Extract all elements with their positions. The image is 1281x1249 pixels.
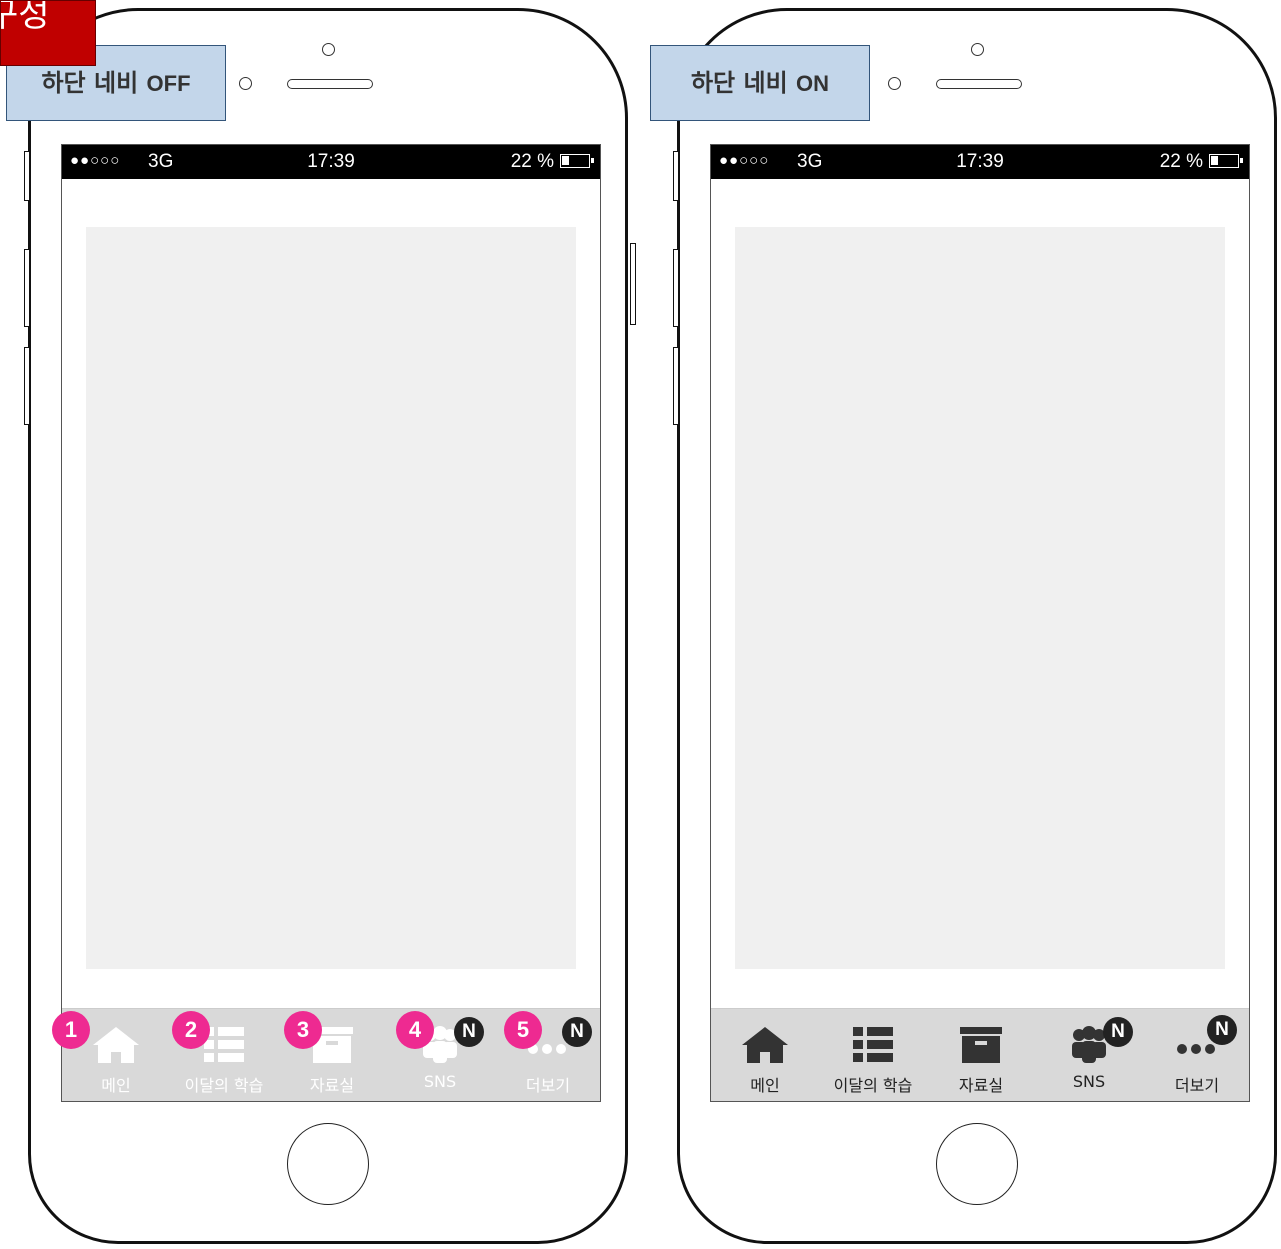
tab-archive[interactable]: 자료실 [927, 1009, 1035, 1101]
marker-3: 3 [284, 1011, 322, 1049]
silent-switch [24, 151, 30, 201]
volume-down-button [673, 347, 679, 425]
marker-5: 5 [504, 1011, 542, 1049]
home-button[interactable] [287, 1123, 369, 1205]
phone-frame-off: ●●○○○ 3G 17:39 22 % 메인 이달의 학습 자료실 SNS 더보… [24, 8, 636, 1244]
marker-4: 4 [396, 1011, 434, 1049]
corner-tag-text: 구성 [1, 0, 50, 35]
caption-nav-on: 하단 네비 ON [650, 45, 870, 121]
tab-label: 이달의 학습 [833, 1076, 913, 1095]
archive-icon [960, 1027, 1002, 1063]
battery-percent: 22 % [1159, 151, 1203, 172]
caption-ko: 하단 네비 [690, 69, 788, 97]
marker-2: 2 [172, 1011, 210, 1049]
new-badge-more: N [1207, 1015, 1237, 1045]
tab-label: SNS [1072, 1072, 1106, 1091]
new-badge-sns: N [454, 1017, 484, 1047]
home-icon [742, 1027, 788, 1063]
volume-up-button [24, 249, 30, 327]
tab-main[interactable]: 메인 [711, 1009, 819, 1101]
caption-ko: 하단 네비 [41, 69, 139, 97]
new-badge-more: N [562, 1017, 592, 1047]
status-bar: ●●○○○ 3G 17:39 22 % [62, 145, 600, 179]
volume-down-button [24, 347, 30, 425]
home-icon [93, 1027, 139, 1063]
status-bar: ●●○○○ 3G 17:39 22 % [711, 145, 1249, 179]
battery-icon [560, 154, 594, 168]
tab-label: 더보기 [1174, 1076, 1220, 1095]
silent-switch [673, 151, 679, 201]
tab-label: SNS [423, 1072, 457, 1091]
phone-frame-on: ●●○○○ 3G 17:39 22 % 메인 이달의 학습 자료실 SNS 더보… [673, 8, 1277, 1244]
list-icon [853, 1027, 893, 1062]
speaker-grill [936, 79, 1022, 89]
speaker-grill [287, 79, 373, 89]
front-camera-icon [971, 43, 984, 56]
tab-monthly-study[interactable]: 이달의 학습 [819, 1009, 927, 1101]
tab-label: 이달의 학습 [184, 1076, 264, 1095]
screen-off: ●●○○○ 3G 17:39 22 % 메인 이달의 학습 자료실 SNS 더보… [52, 144, 601, 1102]
screen-on: ●●○○○ 3G 17:39 22 % 메인 이달의 학습 자료실 SNS 더보… [710, 144, 1250, 1102]
tab-label: 자료실 [309, 1076, 355, 1095]
bottom-nav: 메인 이달의 학습 자료실 [711, 1008, 1249, 1101]
front-camera-icon [322, 43, 335, 56]
tab-label: 자료실 [958, 1076, 1004, 1095]
battery-percent: 22 % [510, 151, 554, 172]
caption-state: ON [796, 71, 830, 96]
caption-state: OFF [146, 71, 191, 96]
bottom-nav: 메인 이달의 학습 자료실 [52, 1008, 600, 1101]
content-area [86, 227, 576, 969]
new-badge-sns: N [1103, 1017, 1133, 1047]
sensor-icon [239, 77, 252, 90]
home-button[interactable] [936, 1123, 1018, 1205]
volume-up-button [673, 249, 679, 327]
tab-label: 더보기 [525, 1076, 571, 1095]
marker-1: 1 [52, 1011, 90, 1049]
power-button [630, 243, 636, 325]
corner-tag: 구성 [0, 0, 96, 66]
battery-icon [1209, 154, 1243, 168]
content-area [735, 227, 1225, 969]
tab-label: 메인 [101, 1076, 131, 1095]
sensor-icon [888, 77, 901, 90]
tab-label: 메인 [750, 1076, 780, 1095]
